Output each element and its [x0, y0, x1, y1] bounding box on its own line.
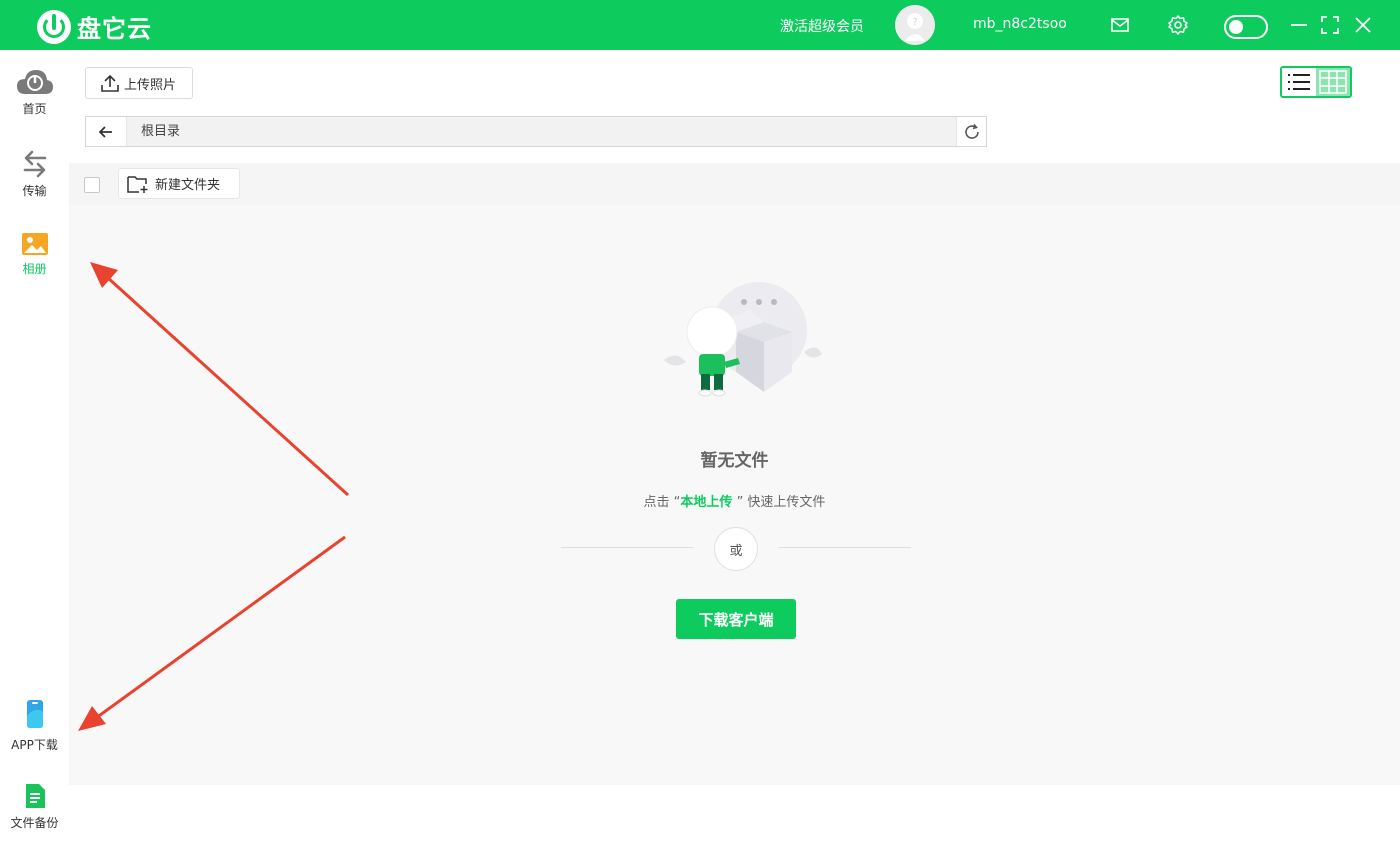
close-icon[interactable]: [1352, 14, 1374, 36]
logo-icon: [37, 9, 71, 44]
divider-left: [561, 547, 693, 548]
arrow-left-icon: [99, 125, 112, 138]
file-toolbar: 新建文件夹: [69, 163, 1400, 205]
select-all-checkbox[interactable]: [84, 177, 100, 193]
app-name: 盘它云: [77, 15, 152, 43]
grid-view-button[interactable]: [1316, 68, 1350, 96]
avatar[interactable]: ?: [895, 5, 935, 45]
sidebar: 首页 传输 相册 APP下载 文件备份: [0, 50, 69, 850]
divider-right: [779, 547, 911, 548]
grid-icon: [1319, 70, 1347, 94]
title-bar: 盘它云 激活超级会员 ? mb_n8c2tsoo: [0, 0, 1400, 50]
refresh-button[interactable]: [956, 117, 986, 146]
or-label: 或: [714, 527, 758, 571]
sidebar-item-transfer[interactable]: 传输: [0, 148, 69, 199]
local-upload-link[interactable]: 本地上传: [680, 495, 732, 510]
list-view-button[interactable]: [1282, 68, 1316, 96]
photo-album-icon: [21, 233, 48, 255]
cloud-logo-icon: [16, 70, 53, 94]
refresh-icon: [964, 123, 979, 139]
new-folder-label: 新建文件夹: [155, 178, 221, 193]
sidebar-item-label: 首页: [22, 102, 47, 116]
sidebar-item-file-backup[interactable]: 文件备份: [0, 782, 69, 831]
sidebar-item-app-download[interactable]: APP下载: [0, 698, 69, 753]
path-bar: 根目录: [85, 116, 987, 147]
upload-photo-label: 上传照片: [124, 77, 177, 93]
sidebar-item-label: APP下载: [11, 738, 58, 752]
toggle-switch[interactable]: [1224, 15, 1268, 39]
username[interactable]: mb_n8c2tsoo: [973, 16, 1067, 32]
mail-icon[interactable]: [1109, 14, 1131, 36]
sidebar-item-home[interactable]: 首页: [0, 68, 69, 117]
folder-add-icon: [127, 175, 148, 193]
app-logo: 盘它云: [37, 9, 152, 44]
list-icon: [1288, 74, 1310, 90]
empty-title: 暂无文件: [700, 451, 769, 471]
empty-content-area: 暂无文件 点击 “本地上传 ” 快速上传文件 或 下载客户端: [69, 205, 1400, 785]
empty-box-illustration: [664, 282, 822, 397]
empty-hint: 点击 “本地上传 ” 快速上传文件: [643, 495, 826, 510]
sidebar-item-label: 传输: [22, 184, 47, 198]
gear-icon[interactable]: [1167, 14, 1189, 36]
document-icon: [25, 784, 45, 808]
maximize-icon[interactable]: [1319, 14, 1341, 36]
back-button[interactable]: [86, 117, 127, 146]
download-client-button[interactable]: 下载客户端: [676, 599, 796, 639]
upload-icon: [101, 74, 119, 92]
sidebar-item-label: 文件备份: [10, 816, 59, 830]
sidebar-item-label: 相册: [22, 262, 47, 276]
activate-vip-link[interactable]: 激活超级会员: [780, 16, 864, 36]
transfer-arrows-icon: [23, 150, 46, 178]
phone-icon: [26, 700, 43, 728]
view-mode-toggle: [1280, 66, 1352, 98]
sidebar-item-album[interactable]: 相册: [0, 232, 69, 277]
upload-photo-button[interactable]: 上传照片: [85, 67, 193, 99]
new-folder-button[interactable]: 新建文件夹: [118, 168, 240, 199]
svg-text:?: ?: [912, 17, 917, 28]
minimize-icon[interactable]: [1288, 14, 1310, 36]
breadcrumb: 根目录: [141, 124, 181, 139]
main-panel: 上传照片 根目录 新建文件夹 暂无文件 点击 “本地上传 ” 快速上传文件 或 …: [69, 50, 1400, 850]
